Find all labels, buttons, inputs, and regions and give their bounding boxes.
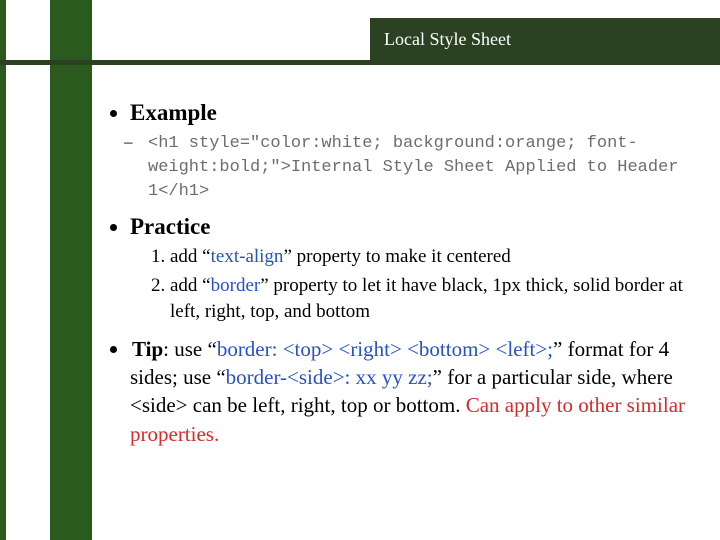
practice-item-1: add “text-align” property to make it cen… [170, 244, 688, 270]
practice-item-2: add “border” property to let it have bla… [170, 273, 688, 324]
slide: Local Style Sheet Example <h1 style="col… [0, 0, 720, 540]
tip-label: Tip [132, 337, 163, 361]
content-area: Example <h1 style="color:white; backgrou… [108, 100, 688, 454]
title-underline [0, 60, 720, 65]
practice-1-prop: text-align [211, 246, 284, 267]
tip-t1: : use “ [163, 337, 217, 361]
tip-t4: left, right, top or bottom. [252, 393, 460, 417]
example-code-item: <h1 style="color:white; background:orang… [148, 132, 688, 204]
practice-1-post: ” property to make it centered [283, 246, 510, 267]
slide-title: Local Style Sheet [370, 29, 511, 50]
left-decor-stripe [50, 0, 92, 540]
practice-heading: Practice [130, 214, 210, 239]
tip-b1: border: <top> <right> <bottom> <left>; [217, 337, 553, 361]
practice-2-prop: border [211, 275, 261, 296]
tip-b2: border-<side>: xx yy zz; [226, 365, 433, 389]
example-heading: Example [130, 100, 217, 125]
example-code: <h1 style="color:white; background:orang… [148, 134, 679, 201]
title-bar: Local Style Sheet [370, 18, 720, 60]
bullet-practice: Practice add “text-align” property to ma… [130, 214, 688, 325]
practice-1-pre: add “ [170, 246, 211, 267]
bullet-example: Example <h1 style="color:white; backgrou… [130, 100, 688, 204]
practice-2-pre: add “ [170, 275, 211, 296]
bullet-tip: Tip: use “border: <top> <right> <bottom>… [130, 335, 688, 448]
